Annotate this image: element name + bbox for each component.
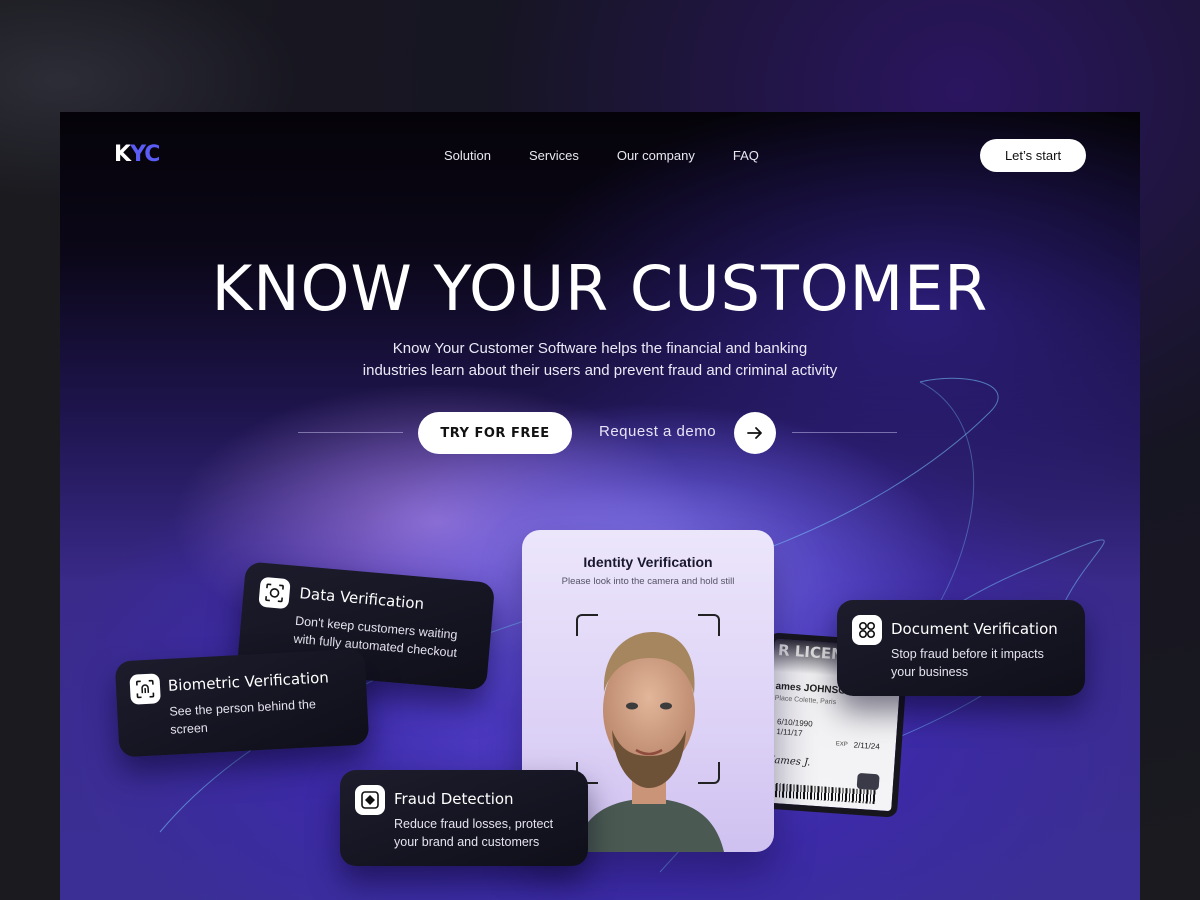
- license-signature: James J.: [770, 754, 811, 769]
- nav-our-company[interactable]: Our company: [617, 148, 695, 163]
- customer-face-image: [574, 632, 724, 852]
- card-title: Data Verification: [298, 584, 425, 613]
- logo-yc: YC: [130, 142, 160, 167]
- nav-services[interactable]: Services: [529, 148, 579, 163]
- card-description: Reduce fraud losses, protect your brand …: [394, 817, 554, 849]
- nav-solution[interactable]: Solution: [444, 148, 491, 163]
- phone-title: Identity Verification: [583, 554, 713, 570]
- card-title: Document Verification: [891, 620, 1058, 638]
- divider-left: [298, 432, 403, 433]
- hero-subtitle-line-2: industries learn about their users and p…: [362, 362, 838, 379]
- phone-subtitle: Please look into the camera and hold sti…: [561, 576, 735, 587]
- divider-right: [792, 432, 897, 433]
- request-demo-arrow-button[interactable]: [734, 412, 776, 454]
- shield-frame-icon: [355, 785, 385, 815]
- arrow-right-icon: [747, 427, 762, 439]
- scan-frame-corner: [698, 614, 720, 636]
- biometric-verification-card[interactable]: Biometric Verification See the person be…: [114, 648, 370, 758]
- card-description: See the person behind the screen: [168, 697, 317, 737]
- license-chip: [856, 772, 880, 791]
- license-issued: 1/11/17: [776, 727, 803, 738]
- main-nav: Solution Services Our company FAQ: [444, 148, 759, 163]
- hero-subtitle-line-1: Know Your Customer Software helps the fi…: [392, 340, 808, 357]
- scan-frame-corner: [576, 614, 598, 636]
- card-title: Biometric Verification: [167, 668, 330, 695]
- scan-frame-corner: [698, 762, 720, 784]
- card-title: Fraud Detection: [394, 790, 514, 808]
- logo-k: K: [114, 142, 131, 167]
- card-description: Stop fraud before it impacts your busine…: [891, 647, 1044, 679]
- nav-faq[interactable]: FAQ: [733, 148, 759, 163]
- fingerprint-scan-icon: [129, 673, 161, 705]
- hero-title: KNOW YOUR CUSTOMER: [211, 252, 989, 325]
- license-address: Place Colette, Paris: [774, 694, 837, 707]
- kyc-logo[interactable]: KYC: [114, 142, 160, 167]
- landing-page-frame: KYC Solution Services Our company FAQ Le…: [60, 112, 1140, 900]
- scan-face-icon: [258, 576, 291, 610]
- lets-start-button[interactable]: Let’s start: [980, 139, 1086, 172]
- four-circles-icon: [852, 615, 882, 645]
- document-verification-card[interactable]: Document Verification Stop fraud before …: [837, 600, 1085, 696]
- fraud-detection-card[interactable]: Fraud Detection Reduce fraud losses, pro…: [340, 770, 588, 866]
- request-demo-link[interactable]: Request a demo: [599, 423, 716, 440]
- license-exp-label: EXP: [835, 741, 848, 749]
- hero-subtitle: Know Your Customer Software helps the fi…: [320, 338, 880, 382]
- license-exp: 2/11/24: [853, 740, 881, 752]
- try-for-free-button[interactable]: TRY FOR FREE: [418, 412, 572, 454]
